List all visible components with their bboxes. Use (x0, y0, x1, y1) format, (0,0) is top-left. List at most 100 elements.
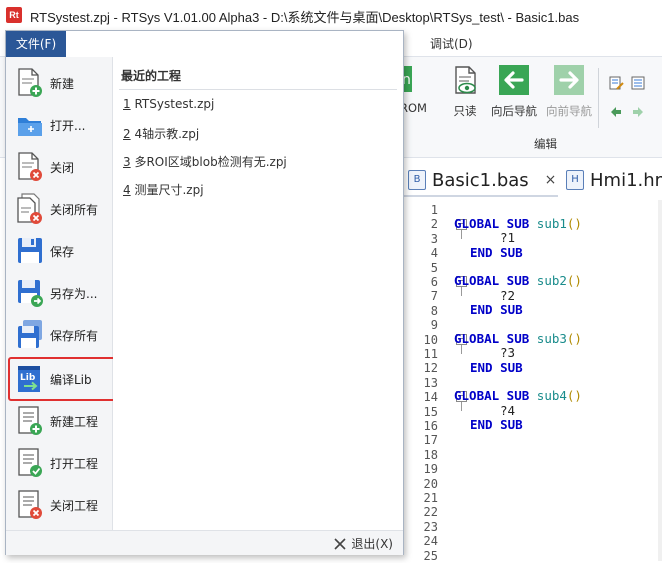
read-only-button[interactable]: 只读 (445, 64, 485, 119)
line-number: 22 (423, 505, 438, 519)
recent-project-number: 3 (123, 155, 131, 169)
file-menu-footer: 退出(X) (6, 530, 403, 555)
menu-item-close-label: 关闭 (50, 161, 75, 175)
tab-basic1-label: Basic1.bas (432, 169, 529, 191)
menu-item-compile-lib[interactable]: Lib 编译Lib (8, 357, 116, 401)
navigate-forward-label: 向前导航 (546, 104, 592, 118)
code-paren: () (566, 273, 582, 288)
menu-item-save[interactable]: 保存 (10, 231, 112, 271)
navigate-forward-button[interactable]: 向前导航 (543, 64, 595, 119)
menu-item-open-project[interactable]: 打开工程 (10, 443, 112, 483)
code-line[interactable]: END SUB (470, 245, 523, 260)
line-number: 7 (430, 289, 438, 303)
line-number: 20 (423, 477, 438, 491)
exit-icon (334, 537, 346, 550)
line-number-gutter: 1 2 3 4 5 6 7 8 9 10 11 12 13 14 15 16 1… (400, 200, 442, 563)
tab-hmi1[interactable]: H Hmi1.hm (566, 165, 662, 195)
menu-item-new-project[interactable]: 新建工程 (10, 401, 112, 441)
tab-hmi1-label: Hmi1.hm (590, 169, 662, 191)
recent-project-item[interactable]: 3 多ROI区域blob检测有无.zpj (123, 153, 287, 170)
close-tab-icon[interactable]: × (545, 172, 557, 188)
hmi-file-icon: H (566, 170, 584, 190)
recent-project-name: RTSystest.zpj (134, 97, 215, 111)
menu-item-close-project[interactable]: 关闭工程 (10, 485, 112, 525)
code-line[interactable]: GLOBAL SUB sub4() (454, 388, 582, 403)
menu-item-close[interactable]: 关闭 (10, 147, 112, 187)
menu-item-save-all[interactable]: 保存所有 (10, 315, 112, 355)
code-function-name: sub4 (536, 388, 567, 403)
code-paren: () (566, 388, 582, 403)
code-line[interactable]: GLOBAL SUB sub3() (454, 331, 582, 346)
compile-lib-icon: Lib (18, 366, 40, 392)
menu-item-new[interactable]: 新建 (10, 63, 112, 103)
recent-projects-panel: 最近的工程 1 RTSystest.zpj 2 4轴示教.zpj 3 多ROI区… (113, 57, 402, 530)
code-line[interactable]: GLOBAL SUB sub2() (454, 273, 582, 288)
line-number: 8 (430, 304, 438, 318)
tab-debug[interactable]: 调试(D) (430, 35, 473, 52)
window-title: RTSystest.zpj - RTSys V1.01.00 Alpha3 - … (30, 10, 580, 25)
recent-project-item[interactable]: 1 RTSystest.zpj (123, 97, 214, 111)
line-number: 6 (430, 275, 438, 289)
line-number: 17 (423, 433, 438, 447)
code-line[interactable]: END SUB (470, 302, 523, 317)
save-all-icon (18, 320, 42, 348)
menu-item-close-all[interactable]: 关闭所有 (10, 189, 112, 229)
menu-item-open[interactable]: 打开... (10, 105, 112, 145)
line-number: 9 (430, 318, 438, 332)
code-function-name: sub1 (536, 216, 567, 231)
menu-item-close-project-label: 关闭工程 (50, 499, 99, 513)
new-project-icon (18, 406, 42, 435)
tab-basic1[interactable]: B Basic1.bas × (408, 165, 556, 195)
recent-project-name: 4轴示教.zpj (134, 127, 200, 141)
line-number: 21 (423, 491, 438, 505)
recent-project-number: 1 (123, 97, 131, 111)
recent-project-number: 4 (123, 183, 131, 197)
edit-icon[interactable] (608, 75, 624, 91)
document-list-icon[interactable] (630, 75, 646, 91)
line-number: 5 (430, 261, 438, 275)
recent-project-item[interactable]: 2 4轴示教.zpj (123, 125, 199, 142)
line-number: 4 (430, 246, 438, 260)
arrow-right-icon (554, 65, 584, 95)
code-line[interactable]: ?3 (500, 345, 515, 360)
code-paren: () (566, 331, 582, 346)
line-number: 18 (423, 448, 438, 462)
save-icon (18, 238, 42, 263)
redo-icon[interactable] (630, 104, 646, 120)
close-file-icon (18, 152, 42, 181)
navigate-back-button[interactable]: 向后导航 (488, 64, 540, 119)
menu-item-close-all-label: 关闭所有 (50, 203, 99, 217)
menu-item-save-as[interactable]: 另存为... (10, 273, 112, 313)
code-function-name: sub3 (536, 331, 567, 346)
recent-projects-title: 最近的工程 (121, 69, 182, 83)
menu-item-save-label: 保存 (50, 245, 75, 259)
editor-scrollbar[interactable] (658, 200, 662, 561)
menu-item-new-label: 新建 (50, 77, 75, 91)
active-tab-indicator (400, 195, 558, 197)
exit-button[interactable]: 退出(X) (333, 535, 393, 552)
line-number: 2 (430, 217, 438, 231)
code-line[interactable]: ?1 (500, 230, 515, 245)
code-line[interactable]: GLOBAL SUB sub1() (454, 216, 582, 231)
divider (119, 89, 397, 90)
code-keyword: GLOBAL SUB (454, 331, 530, 346)
code-line[interactable]: END SUB (470, 360, 523, 375)
recent-project-item[interactable]: 4 测量尺寸.zpj (123, 181, 204, 198)
title-bar: Rt RTSystest.zpj - RTSys V1.01.00 Alpha3… (0, 0, 662, 31)
exit-label: 退出(X) (351, 537, 393, 551)
line-number: 10 (423, 333, 438, 347)
line-number: 16 (423, 419, 438, 433)
rom-label[interactable]: ROM (400, 101, 427, 115)
read-only-icon (455, 66, 476, 94)
undo-icon[interactable] (608, 104, 624, 120)
tab-file[interactable]: 文件(F) (6, 31, 66, 57)
code-keyword: GLOBAL SUB (454, 273, 530, 288)
line-number: 24 (423, 534, 438, 548)
read-only-label: 只读 (453, 104, 477, 118)
line-number: 1 (430, 203, 438, 217)
basic-file-icon: B (408, 170, 426, 190)
recent-project-name: 多ROI区域blob检测有无.zpj (134, 155, 287, 169)
code-line[interactable]: END SUB (470, 417, 523, 432)
line-number: 11 (423, 347, 438, 361)
code-paren: () (566, 216, 582, 231)
